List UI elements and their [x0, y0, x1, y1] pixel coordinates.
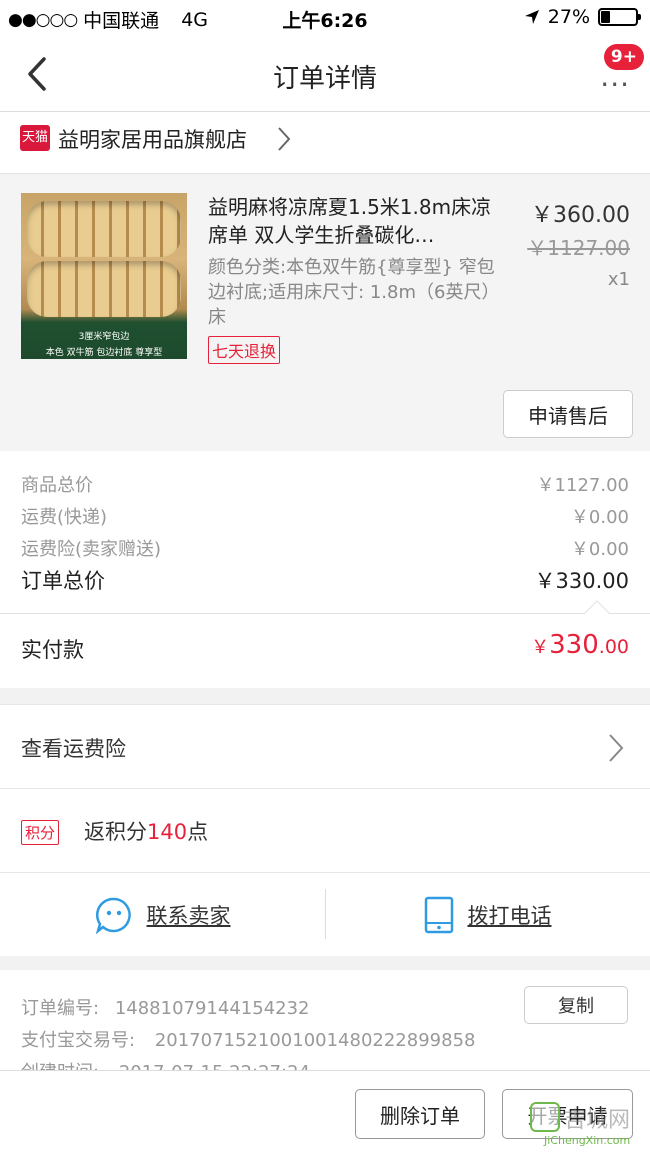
location-arrow-icon — [524, 10, 539, 24]
points-value: 140 — [147, 820, 188, 844]
image-caption-bottom: 本色 双牛筋 包边衬底 尊享型 — [45, 348, 163, 358]
summary-value: ￥0.00 — [570, 507, 629, 528]
navigation-bar: 订单详情 ··· 9+ — [0, 36, 650, 112]
summary-row: 商品总价 ￥1127.00 — [21, 471, 629, 503]
summary-value: ￥0.00 — [570, 539, 629, 560]
product-quantity: x1 — [607, 269, 630, 290]
created-time: 创建时间: 2017-07-15 22:27:24 — [21, 1058, 310, 1070]
order-info: 订单编号: 14881079144154232 复制 支付宝交易号: 20170… — [0, 970, 650, 1070]
points-row: 积分 返积分140点 — [0, 788, 650, 872]
shipping-insurance-label: 查看运费险 — [21, 737, 126, 761]
battery-icon — [598, 8, 641, 26]
original-price: ￥1127.00 — [527, 236, 630, 260]
summary-label: 运费(快递) — [21, 507, 108, 528]
chevron-right-icon — [278, 127, 291, 151]
summary-row: 运费险(卖家赠送) ￥0.00 — [21, 535, 629, 567]
watermark: 吉城网 JiChengXin.com — [524, 1096, 644, 1152]
shop-name[interactable]: 益明家居用品旗舰店 — [58, 124, 247, 154]
call-phone-button[interactable]: 拨打电话 — [325, 873, 650, 957]
points-text: 返积分140点 — [84, 820, 209, 844]
product-image[interactable]: 3厘米窄包边 本色 双牛筋 包边衬底 尊享型 — [21, 193, 187, 359]
more-menu-icon[interactable]: ··· — [600, 68, 630, 101]
paid-amount: ￥330.00 — [531, 630, 629, 660]
order-total-value: ￥330.00 — [534, 569, 629, 593]
order-number: 订单编号: 14881079144154232 — [21, 998, 310, 1019]
product-price: ￥360.00 — [531, 203, 630, 228]
order-total-row: 订单总价 ￥330.00 — [21, 565, 629, 597]
phone-icon — [424, 896, 453, 934]
summary-value: ￥1127.00 — [536, 475, 629, 496]
bottom-action-bar: 删除订单 开票申请 吉城网 JiChengXin.com — [0, 1070, 650, 1156]
chat-bubble-icon — [95, 897, 131, 934]
paid-amount-row: 实付款 ￥330.00 — [0, 600, 650, 688]
status-bar: ●●○○○ 中国联通 4G 上午6:26 27% — [0, 0, 650, 36]
order-total-label: 订单总价 — [21, 569, 105, 593]
notification-badge: 9+ — [603, 44, 644, 70]
points-chip: 积分 — [21, 820, 60, 845]
summary-label: 商品总价 — [21, 475, 93, 496]
contact-row: 联系卖家 拨打电话 — [0, 872, 650, 956]
contact-seller-button[interactable]: 联系卖家 — [0, 873, 325, 957]
tmall-logo-icon: 天猫 — [20, 125, 50, 151]
battery-percent: 27% — [547, 6, 590, 28]
shipping-insurance-row[interactable]: 查看运费险 — [0, 704, 650, 788]
delete-order-button[interactable]: 删除订单 — [355, 1089, 485, 1139]
product-card[interactable]: 3厘米窄包边 本色 双牛筋 包边衬底 尊享型 益明麻将凉席夏1.5米1.8m床凉… — [0, 175, 650, 451]
summary-row: 运费(快递) ￥0.00 — [21, 503, 629, 535]
price-summary: 商品总价 ￥1127.00 运费(快递) ￥0.00 运费险(卖家赠送) ￥0.… — [0, 451, 650, 613]
aftersale-button[interactable]: 申请售后 — [503, 390, 633, 438]
paid-label: 实付款 — [21, 638, 84, 662]
shop-header[interactable]: 天猫 益明家居用品旗舰店 — [0, 112, 650, 174]
call-phone-label: 拨打电话 — [467, 904, 552, 928]
chevron-right-icon — [609, 734, 624, 762]
copy-order-button[interactable]: 复制 — [524, 986, 628, 1024]
return-policy-tag: 七天退换 — [208, 336, 281, 364]
page-title: 订单详情 — [272, 64, 377, 94]
product-spec: 颜色分类:本色双牛筋{尊享型} 窄包边衬底;适用床尺寸: 1.8m（6英尺）床 — [208, 257, 500, 328]
watermark-logo-icon — [530, 1102, 560, 1132]
alipay-transaction-number: 支付宝交易号: 2017071521001001480222899858 — [21, 1030, 476, 1051]
product-title[interactable]: 益明麻将凉席夏1.5米1.8m床凉席单 双人学生折叠碳化… — [208, 193, 500, 249]
contact-seller-label: 联系卖家 — [146, 904, 231, 928]
summary-label: 运费险(卖家赠送) — [21, 539, 162, 560]
image-caption-top: 3厘米窄包边 — [78, 332, 130, 342]
